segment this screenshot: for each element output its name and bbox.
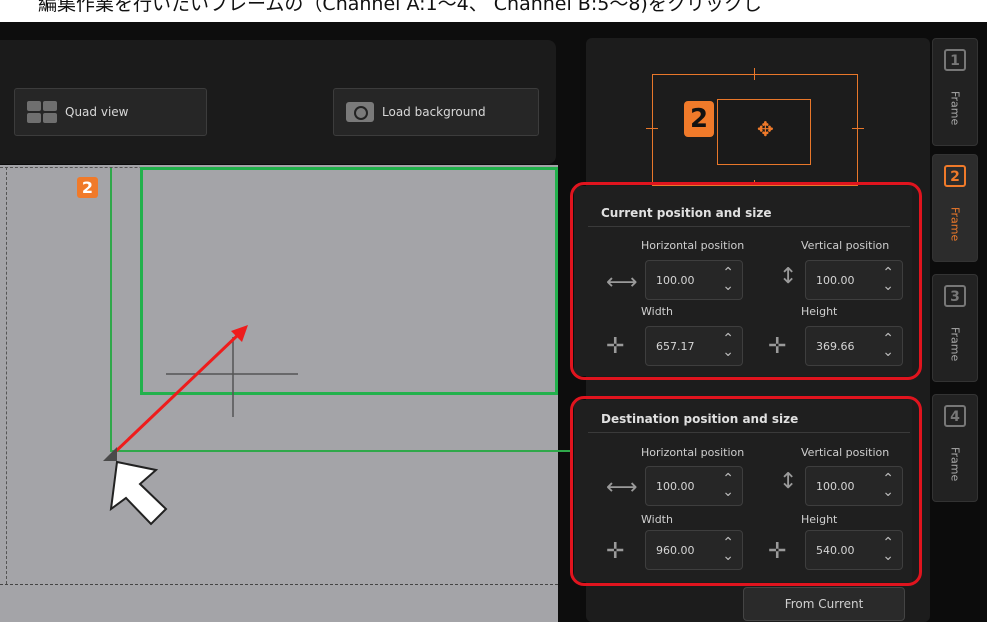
move-icon: ✥ bbox=[757, 117, 774, 141]
pointer-arrow-icon bbox=[109, 460, 168, 526]
frame-4-number-icon: 4 bbox=[944, 405, 966, 427]
from-current-button[interactable]: From Current bbox=[743, 587, 905, 621]
preview-tick-top bbox=[754, 68, 755, 80]
tab-frame-3[interactable]: 3 Frame bbox=[932, 274, 978, 382]
drag-direction-arrow bbox=[112, 331, 242, 455]
frame-1-number-icon: 1 bbox=[944, 49, 966, 71]
preview-frame-badge: 2 bbox=[684, 101, 714, 137]
tab-frame-1-label: Frame bbox=[948, 91, 962, 126]
preview-tick-right bbox=[852, 128, 864, 129]
quad-view-icon bbox=[27, 101, 57, 123]
tab-frame-3-label: Frame bbox=[948, 327, 962, 362]
highlight-destination-box bbox=[570, 396, 922, 586]
frame-2-number-icon: 2 bbox=[944, 165, 966, 187]
camera-icon bbox=[346, 102, 374, 122]
tab-frame-2-label: Frame bbox=[948, 207, 962, 242]
caption-text: 編集作業を行いたいフレームの（Channel A:1～4、 Channel B:… bbox=[38, 0, 762, 15]
quad-view-button[interactable]: Quad view bbox=[14, 88, 207, 136]
preview-tick-left bbox=[646, 128, 658, 129]
quad-view-label: Quad view bbox=[65, 105, 129, 119]
resize-handle-icon[interactable] bbox=[103, 447, 117, 461]
highlight-current-box bbox=[570, 182, 922, 380]
instruction-caption: 編集作業を行いたいフレームの（Channel A:1～4、 Channel B:… bbox=[0, 0, 987, 22]
frame-tabs: 1 Frame 2 Frame 3 Frame 4 Frame bbox=[930, 38, 980, 620]
load-background-button[interactable]: Load background bbox=[333, 88, 539, 136]
tab-frame-2[interactable]: 2 Frame bbox=[932, 154, 978, 262]
tab-frame-1[interactable]: 1 Frame bbox=[932, 38, 978, 146]
load-background-label: Load background bbox=[382, 105, 486, 119]
canvas-overlay bbox=[109, 325, 298, 526]
frame-3-number-icon: 3 bbox=[944, 285, 966, 307]
tab-frame-4-label: Frame bbox=[948, 447, 962, 482]
tab-frame-4[interactable]: 4 Frame bbox=[932, 394, 978, 502]
